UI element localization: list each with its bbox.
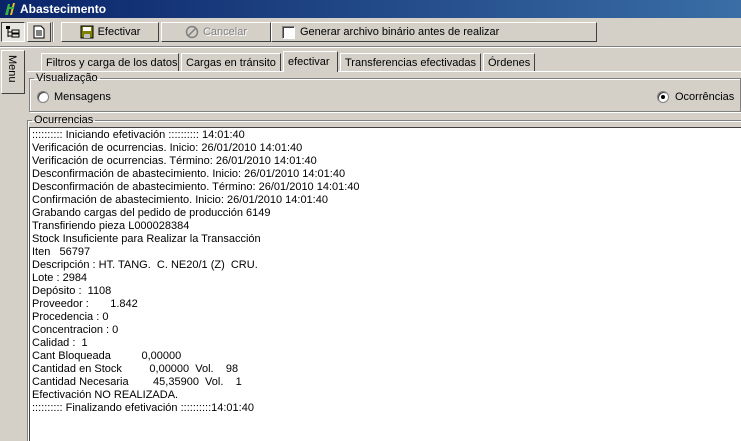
binary-option-group: Generar archivo binário antes de realiza… bbox=[271, 22, 597, 42]
log-line: Descripción : HT. TANG. C. NE20/1 (Z) CR… bbox=[32, 259, 258, 271]
radio-mensagens[interactable] bbox=[37, 91, 49, 103]
title-bar: Abastecimento bbox=[0, 0, 741, 18]
log-line: Desconfirmación de abastecimiento. Inici… bbox=[32, 168, 346, 180]
visualizacion-group: Visualização bbox=[29, 72, 741, 112]
tab-label: efectivar bbox=[288, 56, 330, 68]
tab-label: Órdenes bbox=[488, 56, 531, 69]
log-line: Grabando cargas del pedido de producción… bbox=[32, 207, 271, 219]
tab-label: Filtros y carga de los datos bbox=[46, 56, 178, 69]
log-line: Efectivación NO REALIZADA. bbox=[32, 389, 179, 401]
log-line: Iten 56797 bbox=[32, 246, 91, 258]
efectivar-button[interactable]: Efectivar bbox=[61, 22, 159, 42]
log-line: Depósito : 1108 bbox=[32, 285, 112, 297]
binary-checkbox[interactable] bbox=[282, 26, 295, 39]
log-line: Confirmación de abastecimiento. Inicio: … bbox=[32, 194, 328, 206]
tab-label: Cargas en tránsito bbox=[186, 56, 276, 69]
log-line: Calidad : 1 bbox=[32, 337, 88, 349]
tab-ordenes[interactable]: Órdenes bbox=[483, 53, 535, 71]
tab-label: Transferencias efectivadas bbox=[345, 56, 477, 69]
toolbar-divider bbox=[0, 46, 741, 48]
log-line: Verificación de ocurrencias. Inicio: 26/… bbox=[32, 142, 303, 154]
ocurrencias-log[interactable]: :::::::::: Iniciando efetivación :::::::… bbox=[29, 127, 741, 441]
cancelar-button[interactable]: Cancelar bbox=[161, 22, 271, 42]
visualizacion-legend: Visualização bbox=[36, 72, 98, 84]
binary-checkbox-label: Generar archivo binário antes de realiza… bbox=[300, 26, 500, 38]
efectivar-label: Efectivar bbox=[97, 26, 141, 38]
menu-label: Menu bbox=[6, 55, 18, 83]
log-line: Desconfirmación de abastecimiento. Térmi… bbox=[32, 181, 360, 193]
log-line: Procedencia : 0 bbox=[32, 311, 109, 323]
app-logo-icon bbox=[5, 3, 15, 15]
log-line: Verificación de ocurrencias. Término: 26… bbox=[32, 155, 317, 167]
radio-mensagens-label: Mensagens bbox=[54, 91, 111, 103]
document-icon bbox=[33, 25, 45, 39]
log-line: Concentracion : 0 bbox=[32, 324, 119, 336]
log-line: Proveedor : 1.842 bbox=[32, 298, 138, 310]
window-title: Abastecimento bbox=[20, 2, 107, 16]
tab-efectivar[interactable]: efectivar bbox=[283, 51, 338, 72]
document-button[interactable] bbox=[27, 22, 51, 42]
log-line: Cant Bloqueada 0,00000 bbox=[32, 350, 182, 362]
log-line: :::::::::: Finalizando efetivación :::::… bbox=[32, 402, 254, 414]
log-line: Stock Insuficiente para Realizar la Tran… bbox=[32, 233, 261, 245]
ocurrencias-legend: Ocurrencias bbox=[34, 114, 94, 126]
cancelar-label: Cancelar bbox=[202, 26, 248, 38]
log-line: Cantidad Necesaria 45,35900 Vol. 1 bbox=[32, 376, 242, 388]
tree-view-button[interactable] bbox=[1, 22, 25, 42]
cancel-icon bbox=[185, 25, 199, 39]
log-line: :::::::::: Iniciando efetivación :::::::… bbox=[32, 129, 245, 141]
log-line: Lote : 2984 bbox=[32, 272, 88, 284]
toolbar: Efectivar Cancelar Generar archivo binár… bbox=[0, 20, 741, 46]
menu-side-tab[interactable]: Menu bbox=[1, 50, 25, 94]
save-icon bbox=[80, 25, 94, 39]
tab-cargas-transito[interactable]: Cargas en tránsito bbox=[181, 53, 281, 71]
tab-transferencias[interactable]: Transferencias efectivadas bbox=[340, 53, 481, 71]
radio-ocorrencias[interactable] bbox=[657, 91, 669, 103]
radio-ocorrencias-label: Ocorrências bbox=[675, 91, 735, 103]
toolbar-separator bbox=[52, 22, 54, 42]
log-line: Transfiriendo pieza L000028384 bbox=[32, 220, 190, 232]
tree-view-icon bbox=[6, 26, 20, 38]
tab-filtros[interactable]: Filtros y carga de los datos bbox=[41, 53, 179, 71]
log-line: Cantidad en Stock 0,00000 Vol. 98 bbox=[32, 363, 239, 375]
